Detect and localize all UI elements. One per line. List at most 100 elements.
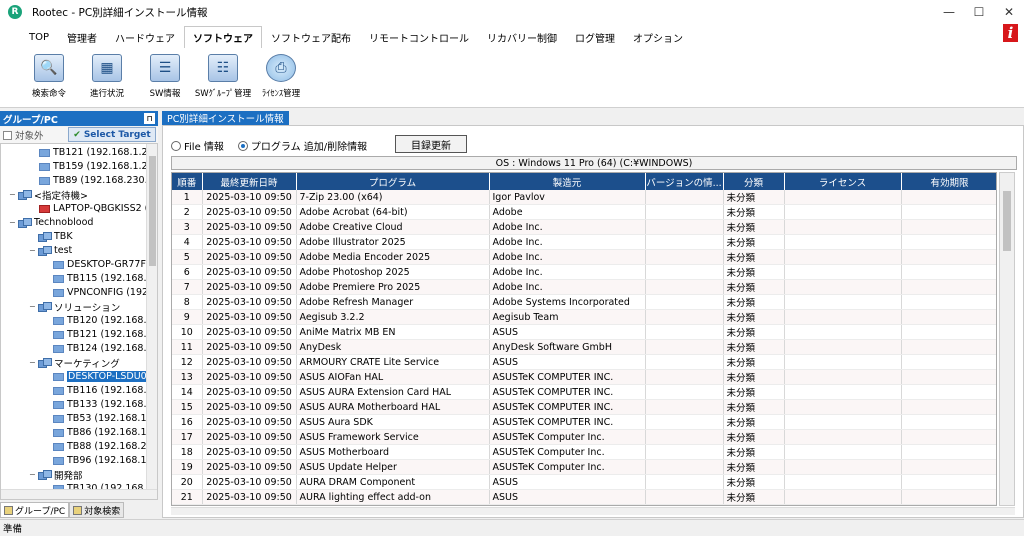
table-cell: 10 <box>172 324 203 340</box>
tree-group[interactable]: − 開発部 <box>29 468 83 482</box>
tree-pc[interactable]: TB124 (192.168.1.1 <box>53 342 157 355</box>
column-header[interactable]: 有効期限 <box>901 173 996 190</box>
menu-item-8[interactable]: オプション <box>624 26 692 48</box>
tab-group-pc[interactable]: グループ/PC <box>0 502 70 518</box>
table-row[interactable]: 1 2025-03-10 09:50 7-Zip 23.00 (x64) Igor P… <box>172 190 996 205</box>
select-target-button[interactable]: ✔ Select Target <box>68 127 156 142</box>
tree-pc[interactable]: TB133 (192.168.230 <box>53 398 157 411</box>
table-row[interactable]: 7 2025-03-10 09:50 Adobe Premiere Pro 2025… <box>172 279 996 295</box>
tree-pc[interactable]: TB53 (192.168.11.1 <box>53 412 157 425</box>
tree-pc[interactable]: TB121 (192.168.1.202) <box>39 146 157 159</box>
table-row[interactable]: 21 2025-03-10 09:50 AURA lighting effect a… <box>172 489 996 505</box>
table-row[interactable]: 14 2025-03-10 09:50 ASUS AURA Extension Ca… <box>172 384 996 400</box>
expand-toggle-icon[interactable]: − <box>9 218 17 227</box>
table-cell: 未分類 <box>723 339 785 355</box>
tree-pc[interactable]: DESKTOP-LSDU0D <box>53 370 156 383</box>
table-row[interactable]: 11 2025-03-10 09:50 AnyDesk AnyDesk Softwar… <box>172 339 996 355</box>
table-row[interactable]: 5 2025-03-10 09:50 Adobe Media Encoder 202… <box>172 249 996 265</box>
table-row[interactable]: 20 2025-03-10 09:50 AURA DRAM Component ASU… <box>172 474 996 490</box>
table-row[interactable]: 3 2025-03-10 09:50 Adobe Creative Cloud Ado… <box>172 219 996 235</box>
table-cell: AURA lighting effect add-on <box>296 489 490 505</box>
table-row[interactable]: 2 2025-03-10 09:50 Adobe Acrobat (64-bit) A… <box>172 204 996 220</box>
column-header[interactable]: 最終更新日時 <box>202 173 297 190</box>
expand-toggle-icon[interactable]: − <box>29 302 37 311</box>
expand-toggle-icon[interactable]: − <box>29 470 37 479</box>
file-info-radio[interactable] <box>171 140 181 151</box>
table-row[interactable]: 9 2025-03-10 09:50 Aegisub 3.2.2 Aegisub Te… <box>172 309 996 325</box>
ribbon-button-calendar[interactable]: ▦ 進行状況 <box>78 48 136 106</box>
tree-group[interactable]: TBK <box>29 230 73 243</box>
list-update-button[interactable]: 目録更新 <box>395 135 467 153</box>
table-row[interactable]: 15 2025-03-10 09:50 ASUS AURA Motherboard … <box>172 399 996 415</box>
table-row[interactable]: 8 2025-03-10 09:50 Adobe Refresh Manager Ad… <box>172 294 996 310</box>
tree-group[interactable]: − <指定待機> <box>9 188 88 202</box>
table-cell <box>901 369 996 385</box>
program-info-radio[interactable] <box>237 140 248 151</box>
table-row[interactable]: 4 2025-03-10 09:50 Adobe Illustrator 2025 A… <box>172 234 996 250</box>
table-hscrollbar[interactable] <box>171 507 1015 515</box>
table-row[interactable]: 222025-03-10 09:50AURA lighting effect a… <box>172 504 996 505</box>
table-scrollbar[interactable] <box>999 172 1015 506</box>
tree-pc[interactable]: TB116 (192.168.230 <box>53 384 157 397</box>
info-icon[interactable]: i <box>1003 24 1018 42</box>
tree-pc[interactable]: TB115 (192.168.1.2 <box>53 272 157 285</box>
tree-group[interactable]: − ソリューション <box>29 300 120 314</box>
pin-icon[interactable]: ⊓ <box>144 113 155 124</box>
group-pc-tree[interactable]: TB130 (192.168.1.1−開発部TB96 (192.168.1.21… <box>0 143 158 500</box>
table-row[interactable]: 10 2025-03-10 09:50 AniMe Matrix MB EN ASUS… <box>172 324 996 340</box>
tab-pc-detail-install[interactable]: PC別詳細インストール情報 <box>162 111 289 125</box>
menu-item-6[interactable]: リカバリー制御 <box>478 26 566 48</box>
tree-pc[interactable]: TB120 (192.168.1.2 <box>53 314 157 327</box>
tree-group[interactable]: − Technoblood <box>9 216 93 229</box>
expand-toggle-icon[interactable]: − <box>9 190 17 199</box>
tree-group[interactable]: − test <box>29 244 72 257</box>
ribbon-button-list[interactable]: ☰ SW情報 <box>136 48 194 106</box>
menu-item-4[interactable]: ソフトウェア配布 <box>262 26 360 48</box>
column-header[interactable]: ライセンス <box>784 173 902 190</box>
expand-toggle-icon[interactable]: − <box>29 246 37 255</box>
column-header[interactable]: 順番 <box>172 173 203 190</box>
tree-scrollbar[interactable] <box>146 144 157 499</box>
menu-item-3[interactable]: ソフトウェア <box>184 26 263 48</box>
tree-group[interactable]: − マーケティング <box>29 356 120 370</box>
table-row[interactable]: 13 2025-03-10 09:50 ASUS AIOFan HAL ASUSTeK… <box>172 369 996 385</box>
menu-item-0[interactable]: TOP <box>20 26 58 48</box>
table-row[interactable]: 16 2025-03-10 09:50 ASUS Aura SDK ASUSTeK C… <box>172 414 996 430</box>
exclude-checkbox[interactable] <box>3 130 12 140</box>
menu-item-2[interactable]: ハードウェア <box>106 26 184 48</box>
column-header[interactable]: 分類 <box>723 173 785 190</box>
ribbon-button-license[interactable]: ⎙ ﾗｲｾﾝｽ管理 <box>252 48 310 106</box>
table-row[interactable]: 17 2025-03-10 09:50 ASUS Framework Service… <box>172 429 996 445</box>
menu-item-7[interactable]: ログ管理 <box>566 26 624 48</box>
tree-pc[interactable]: VPNCONFIG (192.1 <box>53 286 157 299</box>
ribbon-button-group-list[interactable]: ☷ SWｸﾞﾙｰﾌﾟ管理 <box>194 48 252 106</box>
tree-scroll-thumb[interactable] <box>149 156 156 266</box>
tree-pc[interactable]: TB86 (192.168.1.21 <box>53 426 157 439</box>
column-header[interactable]: プログラム <box>296 173 490 190</box>
minimize-button[interactable]: — <box>934 0 964 24</box>
tree-pc[interactable]: TB159 (192.168.1.222) <box>39 160 157 173</box>
table-scroll-thumb[interactable] <box>1003 191 1011 251</box>
close-button[interactable]: ✕ <box>994 0 1024 24</box>
tree-pc[interactable]: DESKTOP-GR77FFI <box>53 258 154 271</box>
file-info-label[interactable]: File 情報 <box>184 138 224 153</box>
tree-hscrollbar[interactable] <box>1 489 157 499</box>
tree-pc[interactable]: TB96 (192.168.1.21 <box>53 454 157 467</box>
maximize-button[interactable]: ☐ <box>964 0 994 24</box>
ribbon-button-search[interactable]: 🔍 検索命令 <box>20 48 78 106</box>
table-row[interactable]: 19 2025-03-10 09:50 ASUS Update Helper ASUS… <box>172 459 996 475</box>
tree-pc[interactable]: TB88 (192.168.230. <box>53 440 157 453</box>
menu-item-1[interactable]: 管理者 <box>58 26 106 48</box>
program-info-label[interactable]: プログラム 追加/削除情報 <box>251 138 367 153</box>
expand-toggle-icon[interactable]: − <box>29 358 37 367</box>
menu-item-5[interactable]: リモートコントロール <box>360 26 478 48</box>
tree-pc[interactable]: TB121 (192.168.1.2 <box>53 328 157 341</box>
tree-pc[interactable]: LAPTOP-QBGKISS2 (1 <box>39 202 154 215</box>
tab-target-search[interactable]: 対象検索 <box>69 502 125 518</box>
tree-pc[interactable]: TB89 (192.168.230.58) <box>39 174 157 187</box>
column-header[interactable]: バージョンの情... <box>645 173 724 190</box>
table-row[interactable]: 6 2025-03-10 09:50 Adobe Photoshop 2025 Ado… <box>172 264 996 280</box>
column-header[interactable]: 製造元 <box>489 173 646 190</box>
table-row[interactable]: 18 2025-03-10 09:50 ASUS Motherboard ASUSTe… <box>172 444 996 460</box>
table-row[interactable]: 12 2025-03-10 09:50 ARMOURY CRATE Lite Ser… <box>172 354 996 370</box>
